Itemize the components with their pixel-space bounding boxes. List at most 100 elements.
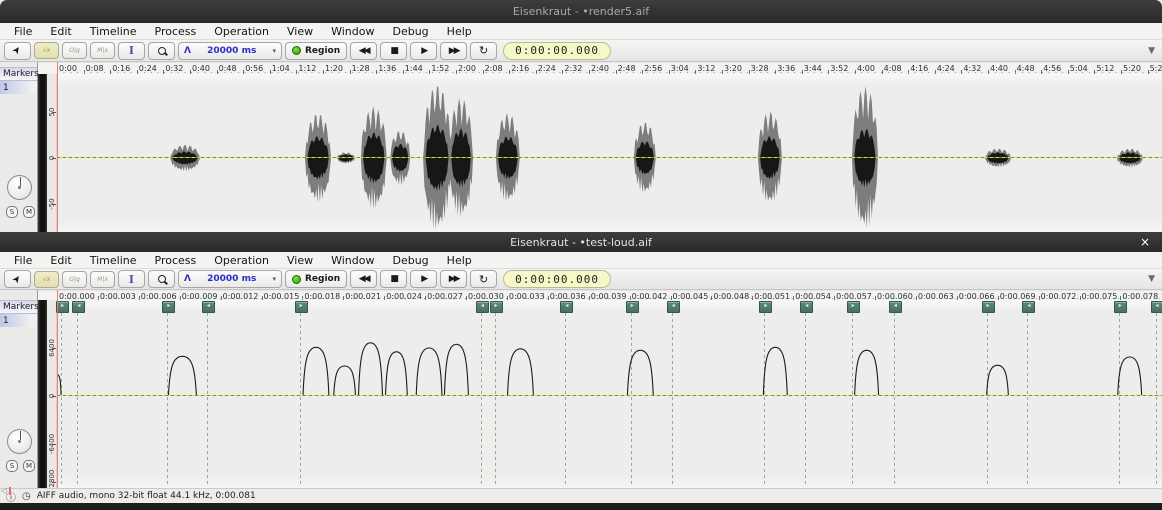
ruler-label: 3:20 <box>724 64 742 73</box>
window1-titlebar[interactable]: Eisenkraut - •render5.aif <box>0 0 1162 23</box>
region-end-flag[interactable]: ◂ <box>476 301 489 313</box>
window1-pan-knob[interactable] <box>7 175 32 200</box>
pointer-tool-button[interactable]: ➤ <box>4 42 31 60</box>
region-end-flag[interactable]: ◂ <box>202 301 215 313</box>
menu-view[interactable]: View <box>278 253 322 268</box>
clock-icon[interactable]: ◷ <box>22 491 31 502</box>
ruler-label: 5:12 <box>1096 64 1114 73</box>
info-icon[interactable]: ⓘ <box>6 489 16 504</box>
edit-mode-button-3[interactable]: M|x <box>90 271 115 288</box>
menu-window[interactable]: Window <box>322 24 383 39</box>
window1-mute-button[interactable]: M <box>23 206 35 218</box>
ruler-label: 0:40 <box>192 64 210 73</box>
ibeam-tool-button[interactable]: I <box>118 42 145 60</box>
edit-mode-button-2[interactable]: O|q <box>62 271 87 288</box>
window2-pan-knob[interactable] <box>7 429 32 454</box>
menu-timeline[interactable]: Timeline <box>81 253 146 268</box>
edit-mode-button-1[interactable]: √x <box>34 271 59 288</box>
menu-edit[interactable]: Edit <box>41 253 80 268</box>
window2-titlebar[interactable]: Eisenkraut - •test-loud.aif × <box>0 232 1162 252</box>
region-end-flag[interactable]: ◂ <box>1151 301 1162 313</box>
blend-value: 20000 ms <box>195 274 269 284</box>
menu-process[interactable]: Process <box>146 24 206 39</box>
edit-mode-button-1[interactable]: √x <box>34 42 59 59</box>
zoom-tool-button[interactable] <box>148 42 175 60</box>
window2-waveform-area[interactable] <box>57 300 1162 488</box>
region-start-flag[interactable]: ▸ <box>626 301 639 313</box>
toolbar-overflow-icon[interactable]: ▼ <box>1148 274 1155 284</box>
window2-timeline-ruler[interactable]: 0:00.0000:00.0030:00.0060:00.0090:00.012… <box>0 290 1162 300</box>
edit-mode-button-2[interactable]: O|q <box>62 42 87 59</box>
region-start-flag[interactable]: ▸ <box>982 301 995 313</box>
menu-operation[interactable]: Operation <box>205 253 278 268</box>
rewind-button[interactable]: ◀◀ <box>350 42 377 60</box>
ruler-label: 2:48 <box>618 64 636 73</box>
menu-help[interactable]: Help <box>438 24 481 39</box>
fast-forward-button[interactable]: ▶▶ <box>440 42 467 60</box>
region-end-flag[interactable]: ◂ <box>1022 301 1035 313</box>
zoom-tool-button[interactable] <box>148 270 175 288</box>
window2-playback-cursor[interactable] <box>57 290 58 488</box>
window1-markers-header[interactable]: Markers <box>0 67 37 81</box>
region-end-flag[interactable]: ◂ <box>72 301 85 313</box>
ruler-label: 4:24 <box>937 64 955 73</box>
menu-window[interactable]: Window <box>322 253 383 268</box>
window1-solo-button[interactable]: S <box>6 206 18 218</box>
region-start-flag[interactable]: ▸ <box>56 301 69 313</box>
window1-menubar: FileEditTimelineProcessOperationViewWind… <box>0 23 1162 40</box>
menu-debug[interactable]: Debug <box>383 253 437 268</box>
region-button[interactable]: Region <box>285 270 347 288</box>
window2-mute-button[interactable]: M <box>23 460 35 472</box>
loop-button[interactable]: ↻ <box>470 42 497 60</box>
time-display[interactable]: 0:00:00.000 <box>503 42 611 60</box>
window1-amplitude-axis: 500-50 <box>47 74 57 232</box>
menu-process[interactable]: Process <box>146 253 206 268</box>
blend-dropdown[interactable]: Λ20000 ms▾ <box>178 270 282 288</box>
window2-solo-button[interactable]: S <box>6 460 18 472</box>
region-start-flag[interactable]: ▸ <box>490 301 503 313</box>
ruler-label: 2:00 <box>458 64 476 73</box>
region-end-flag[interactable]: ◂ <box>560 301 573 313</box>
time-display[interactable]: 0:00:00.000 <box>503 270 611 288</box>
stop-button[interactable]: ■ <box>380 42 407 60</box>
menu-operation[interactable]: Operation <box>205 24 278 39</box>
window1-waveform-area[interactable] <box>57 74 1162 232</box>
stop-button[interactable]: ■ <box>380 270 407 288</box>
window1-playback-cursor[interactable] <box>57 62 58 232</box>
region-end-flag[interactable]: ◂ <box>800 301 813 313</box>
pointer-tool-button[interactable]: ➤ <box>4 270 31 288</box>
ruler-label: 4:40 <box>990 64 1008 73</box>
edit-mode-button-3[interactable]: M|x <box>90 42 115 59</box>
toolbar-overflow-icon[interactable]: ▼ <box>1148 46 1155 56</box>
menu-help[interactable]: Help <box>438 253 481 268</box>
window1-track-row[interactable]: 1 <box>0 81 37 94</box>
region-start-flag[interactable]: ▸ <box>847 301 860 313</box>
region-start-flag[interactable]: ▸ <box>1114 301 1127 313</box>
window2-close-icon[interactable]: × <box>1140 232 1150 252</box>
region-end-flag[interactable]: ◂ <box>889 301 902 313</box>
region-end-flag[interactable]: ◂ <box>667 301 680 313</box>
loop-button[interactable]: ↻ <box>470 270 497 288</box>
menu-edit[interactable]: Edit <box>41 24 80 39</box>
region-start-flag[interactable]: ▸ <box>759 301 772 313</box>
window2-markers-header[interactable]: Markers <box>0 300 37 314</box>
blend-dropdown[interactable]: Λ20000 ms▾ <box>178 42 282 60</box>
region-start-flag[interactable]: ▸ <box>295 301 308 313</box>
window1-timeline-ruler[interactable]: 0:000:080:160:240:320:400:480:561:041:12… <box>0 62 1162 74</box>
menu-view[interactable]: View <box>278 24 322 39</box>
fast-forward-button[interactable]: ▶▶ <box>440 270 467 288</box>
play-button[interactable]: ▶ <box>410 270 437 288</box>
menu-file[interactable]: File <box>5 253 41 268</box>
window1-toolbar: ➤√xO|qM|xIΛ20000 ms▾Region◀◀■▶▶▶↻0:00:00… <box>0 40 1162 62</box>
menu-debug[interactable]: Debug <box>383 24 437 39</box>
region-button[interactable]: Region <box>285 42 347 60</box>
ruler-label: 3:12 <box>697 64 715 73</box>
scrollbar-left-arrow-icon[interactable]: ◁ <box>1 486 7 495</box>
menu-file[interactable]: File <box>5 24 41 39</box>
play-button[interactable]: ▶ <box>410 42 437 60</box>
window2-track-row[interactable]: 1 <box>0 314 37 327</box>
ibeam-tool-button[interactable]: I <box>118 270 145 288</box>
rewind-button[interactable]: ◀◀ <box>350 270 377 288</box>
menu-timeline[interactable]: Timeline <box>81 24 146 39</box>
region-start-flag[interactable]: ▸ <box>162 301 175 313</box>
